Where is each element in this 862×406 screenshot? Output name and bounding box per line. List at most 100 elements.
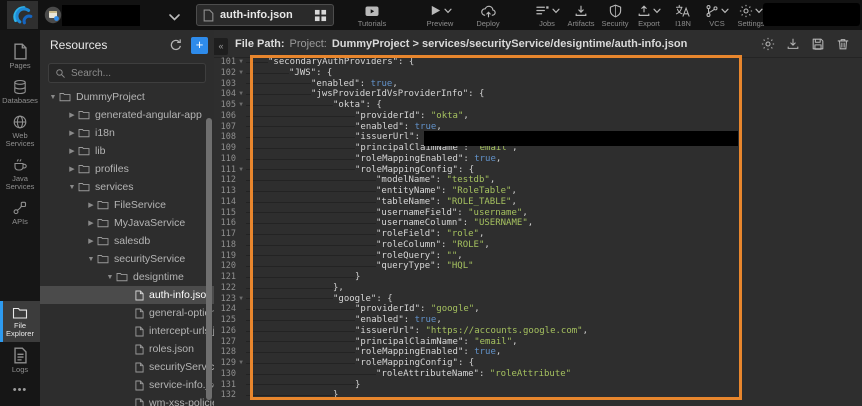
code-line-123[interactable]: 123▼"google": {: [214, 294, 862, 305]
sidebar-item-java-services[interactable]: Java Services: [0, 152, 40, 195]
delete-file-icon[interactable]: [836, 37, 850, 51]
tree-item-designtime[interactable]: ▼designtime: [40, 268, 214, 286]
chevron-right-icon[interactable]: ▶: [67, 147, 77, 155]
vcs-chevron-icon[interactable]: [721, 8, 729, 14]
tree-item-services[interactable]: ▼services: [40, 178, 214, 196]
code-line-117[interactable]: 117"roleField": "role",: [214, 229, 862, 240]
tree-item-wm-xss-policies-json[interactable]: wm-xss-policies.json: [40, 394, 214, 406]
export-button[interactable]: Export: [632, 3, 666, 28]
code-line-127[interactable]: 127"principalClaimName": "email",: [214, 337, 862, 348]
chevron-right-icon[interactable]: ▶: [86, 201, 96, 209]
code-line-114[interactable]: 114"tableName": "ROLE_TABLE",: [214, 197, 862, 208]
fold-marker-icon[interactable]: ▼: [236, 358, 246, 369]
chevron-down-icon[interactable]: ▼: [86, 256, 96, 263]
code-line-103[interactable]: 103"enabled": true,: [214, 79, 862, 90]
chevron-right-icon[interactable]: ▶: [86, 219, 96, 227]
tree-item-general-options-json[interactable]: general-options.json: [40, 304, 214, 322]
tree-item-service-info-json[interactable]: service-info.json: [40, 376, 214, 394]
fold-marker-icon[interactable]: ▼: [236, 57, 246, 68]
tree-item-auth-info-json[interactable]: auth-info.json: [40, 286, 214, 304]
fold-marker-icon[interactable]: ▼: [236, 294, 246, 305]
code-editor[interactable]: 101▼"secondaryAuthProviders": {102▼"JWS"…: [214, 57, 862, 406]
code-line-122[interactable]: 122},: [214, 283, 862, 294]
jobs-chevron-icon[interactable]: [552, 8, 560, 14]
tree-item-salesdb[interactable]: ▶salesdb: [40, 232, 214, 250]
resources-search[interactable]: Search...: [48, 63, 206, 83]
code-line-115[interactable]: 115"usernameField": "username",: [214, 208, 862, 219]
tree-item-roles-json[interactable]: roles.json: [40, 340, 214, 358]
sidebar-item-web-services[interactable]: Web Services: [0, 109, 40, 152]
tree-item-securityservice-api-json[interactable]: securityService_API.json: [40, 358, 214, 376]
code-line-104[interactable]: 104▼"jwsProviderIdVsProviderInfo": {: [214, 89, 862, 100]
code-line-101[interactable]: 101▼"secondaryAuthProviders": {: [214, 57, 862, 68]
tree-item-myjavaservice[interactable]: ▶MyJavaService: [40, 214, 214, 232]
code-line-120[interactable]: 120"queryType": "HQL": [214, 261, 862, 272]
chevron-right-icon[interactable]: ▶: [67, 165, 77, 173]
resources-scrollbar[interactable]: [206, 118, 212, 400]
vcs-button[interactable]: VCS: [700, 3, 734, 28]
i18n-button[interactable]: I18N: [666, 3, 700, 28]
add-resource-button[interactable]: +: [191, 37, 208, 54]
chevron-down-icon[interactable]: ▼: [48, 94, 58, 101]
sidebar-item-file-explorer[interactable]: File Explorer: [0, 301, 40, 342]
code-line-130[interactable]: 130"roleAttributeName": "roleAttribute": [214, 369, 862, 380]
code-line-131[interactable]: 131}: [214, 380, 862, 391]
code-line-118[interactable]: 118"roleColumn": "ROLE",: [214, 240, 862, 251]
tree-item-profiles[interactable]: ▶profiles: [40, 160, 214, 178]
code-line-102[interactable]: 102▼"JWS": {: [214, 68, 862, 79]
app-logo[interactable]: [7, 1, 38, 29]
grid-icon[interactable]: [314, 9, 327, 22]
sidebar-item-logs[interactable]: Logs: [0, 342, 40, 378]
code-line-106[interactable]: 106"providerId": "okta",: [214, 111, 862, 122]
code-line-113[interactable]: 113"entityName": "RoleTable",: [214, 186, 862, 197]
settings-chevron-icon[interactable]: [755, 8, 763, 14]
sidebar-item-apis[interactable]: APIs: [0, 195, 40, 230]
project-switcher-chevron-icon[interactable]: [168, 9, 181, 27]
tree-item-lib[interactable]: ▶lib: [40, 142, 214, 160]
deploy-button[interactable]: Deploy: [468, 3, 508, 28]
code-line-116[interactable]: 116"usernameColumn": "USERNAME",: [214, 218, 862, 229]
tree-item-dummyproject[interactable]: ▼DummyProject: [40, 88, 214, 106]
download-file-icon[interactable]: [786, 37, 800, 51]
preview-button[interactable]: Preview: [418, 3, 462, 28]
save-file-icon[interactable]: [811, 37, 825, 51]
code-line-125[interactable]: 125"enabled": true,: [214, 315, 862, 326]
artifacts-button[interactable]: Artifacts: [564, 3, 598, 28]
code-line-112[interactable]: 112"modelName": "testdb",: [214, 175, 862, 186]
sidebar-more-button[interactable]: •••: [0, 378, 40, 406]
code-line-111[interactable]: 111▼"roleMappingConfig": {: [214, 165, 862, 176]
chevron-right-icon[interactable]: ▶: [67, 129, 77, 137]
fold-marker-icon[interactable]: ▼: [236, 165, 246, 176]
tree-item-generated-angular-app[interactable]: ▶generated-angular-app: [40, 106, 214, 124]
code-line-132[interactable]: 132}: [214, 390, 862, 401]
code-line-124[interactable]: 124"providerId": "google",: [214, 304, 862, 315]
project-avatar-icon[interactable]: [44, 6, 62, 29]
refresh-icon[interactable]: [169, 38, 183, 52]
tree-item-securityservice[interactable]: ▼securityService: [40, 250, 214, 268]
security-button[interactable]: Security: [598, 3, 632, 28]
tutorials-button[interactable]: Tutorials: [352, 3, 392, 28]
chevron-right-icon[interactable]: ▶: [86, 237, 96, 245]
code-line-126[interactable]: 126"issuerUrl": "https://accounts.google…: [214, 326, 862, 337]
open-file-tab[interactable]: auth-info.json: [196, 4, 334, 26]
code-line-121[interactable]: 121}: [214, 272, 862, 283]
fold-marker-icon[interactable]: ▼: [236, 68, 246, 79]
sidebar-item-pages[interactable]: Pages: [0, 38, 40, 74]
code-line-110[interactable]: 110"roleMappingEnabled": true,: [214, 154, 862, 165]
tree-item-i18n[interactable]: ▶i18n: [40, 124, 214, 142]
tree-item-intercept-urls-json[interactable]: intercept-urls.json: [40, 322, 214, 340]
sidebar-item-databases[interactable]: Databases: [0, 74, 40, 109]
export-chevron-icon[interactable]: [653, 8, 661, 14]
chevron-right-icon[interactable]: ▶: [67, 111, 77, 119]
preview-chevron-icon[interactable]: [444, 8, 452, 14]
chevron-down-icon[interactable]: ▼: [105, 274, 115, 281]
code-line-128[interactable]: 128"roleMappingEnabled": true,: [214, 347, 862, 358]
code-line-105[interactable]: 105▼"okta": {: [214, 100, 862, 111]
fold-marker-icon[interactable]: ▼: [236, 89, 246, 100]
editor-settings-icon[interactable]: [761, 37, 775, 51]
jobs-button[interactable]: Jobs: [530, 3, 564, 28]
tree-item-fileservice[interactable]: ▶FileService: [40, 196, 214, 214]
code-line-119[interactable]: 119"roleQuery": "",: [214, 251, 862, 262]
chevron-down-icon[interactable]: ▼: [67, 184, 77, 191]
code-line-129[interactable]: 129▼"roleMappingConfig": {: [214, 358, 862, 369]
